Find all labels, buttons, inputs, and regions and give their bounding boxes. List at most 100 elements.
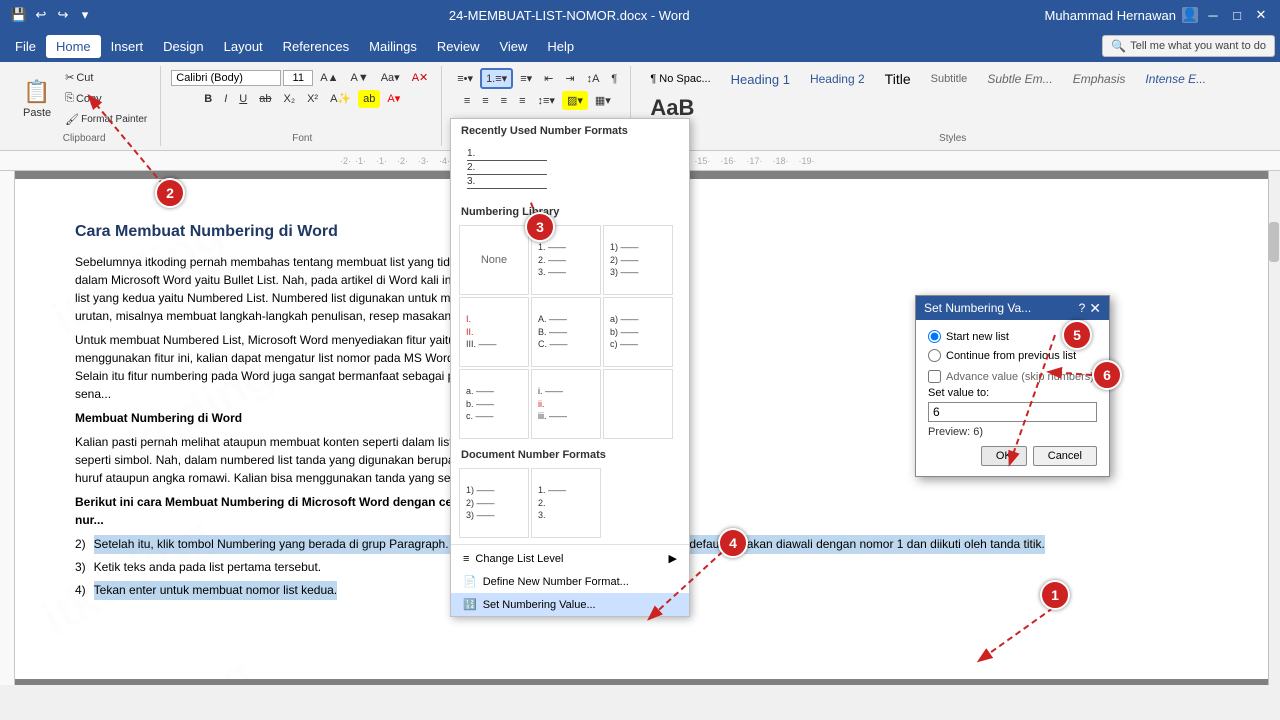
text-effects-button[interactable]: A✨	[325, 89, 356, 108]
align-center-button[interactable]: ≡	[477, 92, 493, 110]
text-highlight-button[interactable]: ab	[358, 90, 380, 108]
dialog-buttons: OK Cancel	[928, 446, 1097, 466]
step-text-3: Ketik teks anda pada list pertama terseb…	[94, 558, 321, 577]
user-avatar[interactable]: 👤	[1182, 7, 1198, 23]
vertical-scrollbar[interactable]	[1268, 171, 1280, 685]
clear-format-button[interactable]: A✕	[407, 68, 434, 87]
save-btn[interactable]: 💾	[10, 6, 28, 24]
line-spacing-button[interactable]: ↕≡▾	[533, 91, 560, 110]
justify-button[interactable]: ≡	[514, 92, 530, 110]
change-case-button[interactable]: Aa▾	[376, 68, 405, 87]
menu-review[interactable]: Review	[427, 35, 490, 58]
num-1dot[interactable]: 1. —— 2. —— 3. ——	[531, 225, 601, 295]
continue-prev-radio[interactable]: Continue from previous list	[928, 349, 1097, 362]
menu-insert[interactable]: Insert	[101, 35, 154, 58]
set-numbering-value-item[interactable]: 🔢 Set Numbering Value...	[451, 593, 689, 616]
num-alpha-lower-dot[interactable]: a. —— b. —— c. ——	[459, 369, 529, 439]
style-no-space[interactable]: ¶ No Spac...	[641, 70, 719, 88]
bullets-button[interactable]: ≡•▾	[452, 69, 478, 88]
style-subtitle[interactable]: Subtitle	[922, 70, 977, 88]
style-subtle-em[interactable]: Subtle Em...	[978, 69, 1061, 89]
menu-layout[interactable]: Layout	[214, 35, 273, 58]
subscript-button[interactable]: X₂	[278, 90, 300, 108]
undo-btn[interactable]: ↩	[32, 6, 50, 24]
dialog-close-button[interactable]: ✕	[1089, 301, 1101, 315]
decrease-indent-button[interactable]: ⇤	[539, 69, 558, 88]
customize-btn[interactable]: ▾	[76, 6, 94, 24]
menu-help[interactable]: Help	[537, 35, 584, 58]
scrollbar-track[interactable]	[1269, 171, 1280, 685]
advance-checkbox-input[interactable]	[928, 370, 941, 383]
ok-button[interactable]: OK	[981, 446, 1027, 466]
align-left-button[interactable]: ≡	[459, 92, 475, 110]
font-row2: B I U ab X₂ X² A✨ ab A▾	[199, 89, 405, 108]
show-formatting-button[interactable]: ¶	[606, 70, 622, 88]
menu-references[interactable]: References	[273, 35, 359, 58]
doc-num-1dot[interactable]: 1. —— 2. 3.	[531, 468, 601, 538]
set-numbering-label: Set Numbering Value...	[483, 599, 596, 611]
sort-button[interactable]: ↕A	[582, 70, 605, 88]
set-value-input[interactable]	[928, 402, 1097, 422]
define-format-label: Define New Number Format...	[483, 576, 629, 588]
doc-num-1paren[interactable]: 1) —— 2) —— 3) ——	[459, 468, 529, 538]
search-box[interactable]: 🔍 Tell me what you want to do	[1102, 35, 1275, 57]
menu-mailings[interactable]: Mailings	[359, 35, 427, 58]
dialog-question-icon[interactable]: ?	[1079, 301, 1086, 315]
bold-button[interactable]: B	[199, 90, 217, 108]
style-heading1[interactable]: Heading 1	[722, 69, 799, 90]
num-empty[interactable]	[603, 369, 673, 439]
cut-button[interactable]: ✂ Cut	[60, 68, 152, 87]
close-btn[interactable]: ✕	[1252, 6, 1270, 24]
menu-design[interactable]: Design	[153, 35, 213, 58]
advance-value-checkbox[interactable]: Advance value (skip numbers)	[928, 370, 1097, 383]
menu-file[interactable]: File	[5, 35, 46, 58]
strikethrough-button[interactable]: ab	[254, 90, 276, 108]
superscript-button[interactable]: X²	[302, 90, 323, 108]
increase-indent-button[interactable]: ⇥	[560, 69, 579, 88]
numbering-button[interactable]: 1.≡▾	[480, 68, 513, 89]
num-alpha-upper[interactable]: A. —— B. —— C. ——	[531, 297, 601, 367]
font-shrink-button[interactable]: A▼	[345, 69, 373, 87]
font-grow-button[interactable]: A▲	[315, 69, 343, 87]
watermark4: itkoding	[68, 637, 268, 679]
menu-home[interactable]: Home	[46, 35, 101, 58]
document-formats-label: Document Number Formats	[451, 443, 689, 464]
dialog-body: Start new list Continue from previous li…	[916, 320, 1109, 476]
font-name-input[interactable]	[171, 70, 281, 86]
paste-button[interactable]: 📋 Paste	[16, 74, 58, 124]
change-list-level-item[interactable]: ≡ Change List Level ▶	[451, 547, 689, 570]
num-alpha-lower-paren[interactable]: a) —— b) —— c) ——	[603, 297, 673, 367]
recent-item-1[interactable]: 1. 2. 3.	[459, 142, 681, 196]
redo-btn[interactable]: ↪	[54, 6, 72, 24]
scrollbar-thumb[interactable]	[1269, 222, 1279, 262]
dialog-title-text: Set Numbering Va...	[924, 301, 1031, 315]
num-roman-lower[interactable]: i. —— ii. iii. ——	[531, 369, 601, 439]
num-1paren[interactable]: 1) —— 2) —— 3) ——	[603, 225, 673, 295]
align-right-button[interactable]: ≡	[496, 92, 512, 110]
menu-view[interactable]: View	[489, 35, 537, 58]
style-intense[interactable]: Intense E...	[1136, 69, 1215, 89]
num-roman-upper[interactable]: I. II. III. ——	[459, 297, 529, 367]
italic-button[interactable]: I	[219, 90, 232, 108]
font-color-button[interactable]: A▾	[382, 89, 405, 108]
multilevel-button[interactable]: ≡▾	[515, 69, 537, 88]
font-size-input[interactable]	[283, 70, 313, 86]
format-painter-button[interactable]: 🖌 Format Painter	[60, 110, 152, 129]
minimize-btn[interactable]: ─	[1204, 6, 1222, 24]
copy-button[interactable]: ⎘ Copy	[60, 89, 152, 108]
numbering-library-grid: None 1. —— 2. —— 3. —— 1) —— 2) —— 3) ——…	[451, 221, 689, 443]
borders-button[interactable]: ▦▾	[590, 91, 616, 110]
style-title[interactable]: Title	[876, 68, 920, 90]
search-label: Tell me what you want to do	[1130, 40, 1266, 52]
maximize-btn[interactable]: □	[1228, 6, 1246, 24]
style-emphasis2[interactable]: Emphasis	[1064, 69, 1135, 89]
start-new-list-radio[interactable]: Start new list	[928, 330, 1097, 343]
underline-button[interactable]: U	[234, 90, 252, 108]
define-format-item[interactable]: 📄 Define New Number Format...	[451, 570, 689, 593]
cancel-button[interactable]: Cancel	[1033, 446, 1097, 466]
style-heading2[interactable]: Heading 2	[801, 69, 874, 89]
shading-button[interactable]: ▨▾	[562, 91, 588, 110]
continue-prev-radio-input[interactable]	[928, 349, 941, 362]
start-new-radio-input[interactable]	[928, 330, 941, 343]
num-none[interactable]: None	[459, 225, 529, 295]
